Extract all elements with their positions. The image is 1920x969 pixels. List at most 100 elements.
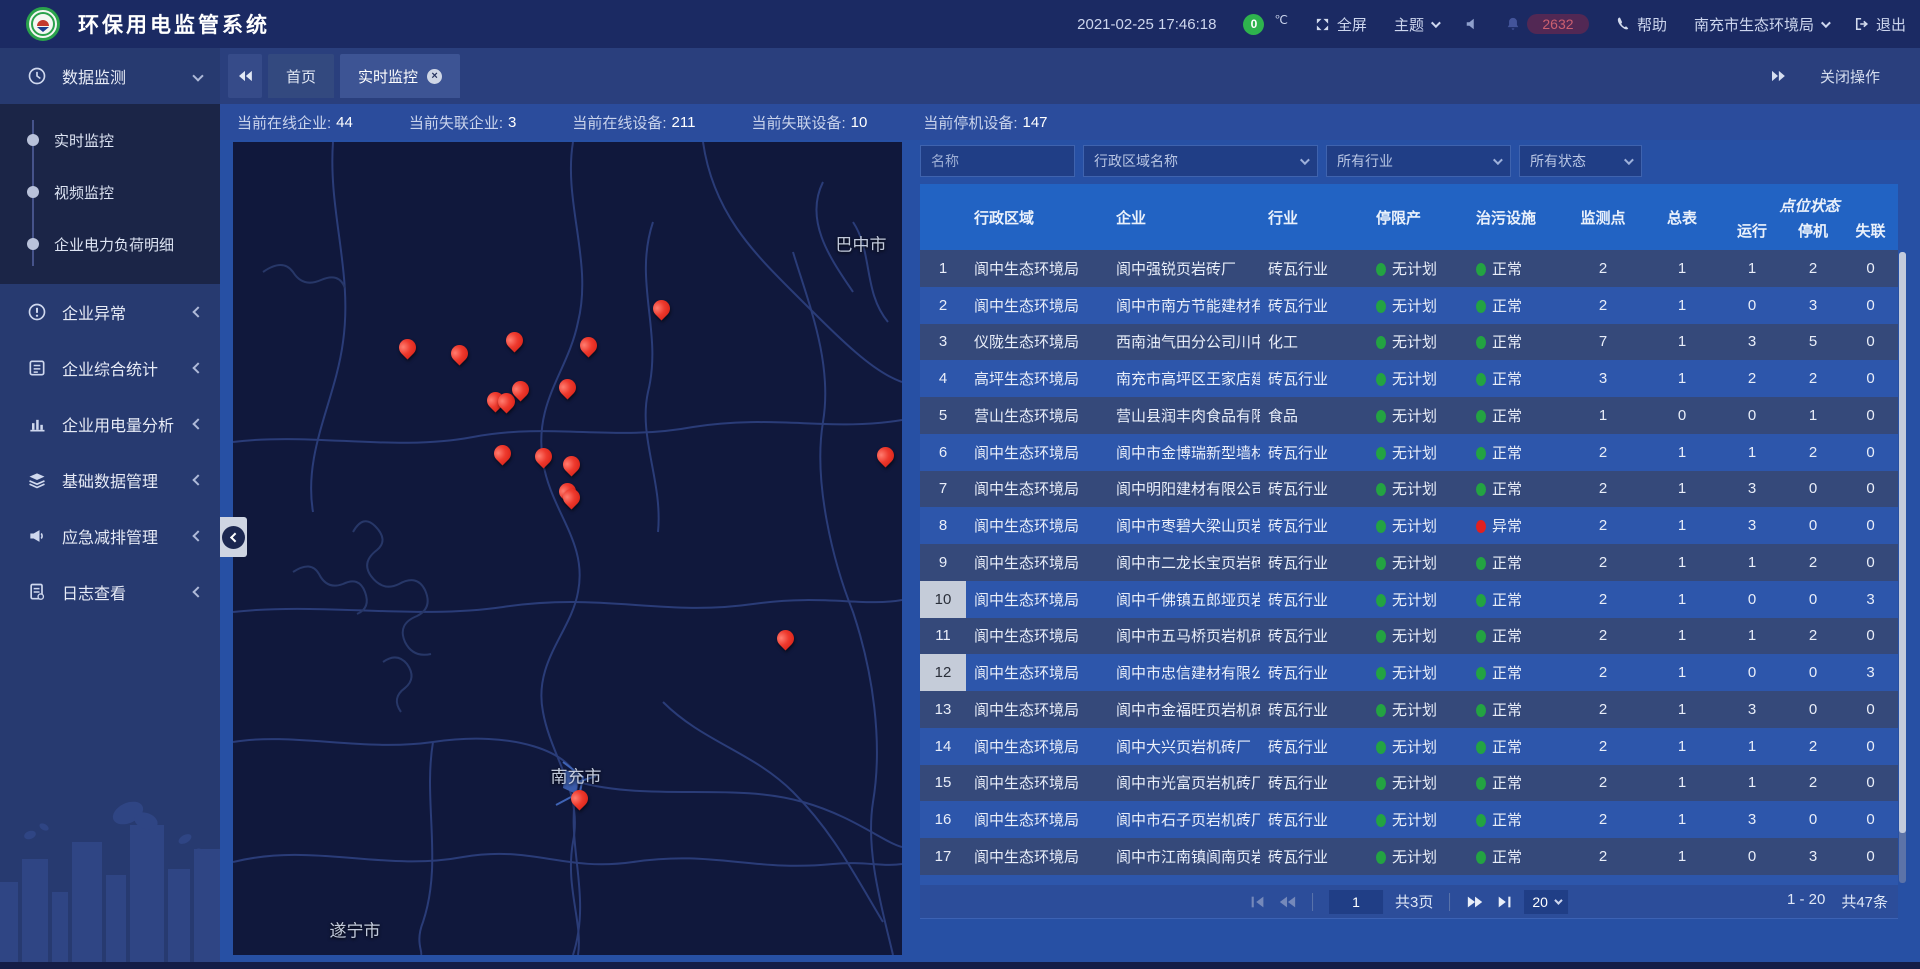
sidebar-subitem[interactable]: 实时监控 (0, 114, 220, 166)
cell-industry: 砖瓦行业 (1260, 846, 1368, 867)
sidebar-subitem[interactable]: 视频监控 (0, 166, 220, 218)
table-row[interactable]: 5营山生态环境局营山县润丰肉食品有限食品无计划正常10010 (920, 397, 1898, 434)
cell-down: 0 (1783, 811, 1843, 828)
table-row[interactable]: 7阆中生态环境局阆中明阳建材有限公司砖瓦行业无计划正常21300 (920, 471, 1898, 508)
table-header: 行政区域企业行业停限产治污设施监测点总表点位状态运行停机失联 (920, 184, 1898, 250)
sidebar-item[interactable]: 企业综合统计 (0, 340, 220, 396)
pagination-bar: 共3页 20 1 - 20 共47条 (920, 885, 1898, 919)
page-number-input[interactable] (1329, 890, 1383, 914)
scrollbar-thumb[interactable] (1899, 252, 1906, 833)
cell-region: 阆中生态环境局 (966, 478, 1108, 499)
close-icon[interactable]: × (427, 69, 442, 84)
sidebar-item[interactable]: 日志查看 (0, 564, 220, 620)
next-page-button[interactable] (1466, 895, 1484, 909)
cell-facility-status: 正常 (1468, 809, 1563, 830)
status-dot-green (1376, 851, 1386, 864)
status-select[interactable]: 所有状态 (1519, 145, 1642, 177)
sidebar-item[interactable]: 企业异常 (0, 284, 220, 340)
bottom-edge (0, 962, 1920, 969)
table-row[interactable]: 6阆中生态环境局阆中市金博瑞新型墙材砖瓦行业无计划正常21120 (920, 434, 1898, 471)
sidebar-item[interactable]: 企业用电量分析 (0, 396, 220, 452)
tabs-scroll-left-button[interactable] (228, 54, 262, 98)
cell-region: 营山生态环境局 (966, 405, 1108, 426)
chevron-left-icon (222, 526, 245, 549)
table-row[interactable]: 2阆中生态环境局阆中市南方节能建材有砖瓦行业无计划正常21030 (920, 287, 1898, 324)
cell-facility-status: 正常 (1468, 442, 1563, 463)
table-row[interactable]: 3仪陇生态环境局西南油气田分公司川中化工无计划正常71350 (920, 324, 1898, 361)
org-dropdown[interactable]: 南充市生态环境局 (1694, 14, 1828, 35)
row-number: 18 (920, 875, 966, 885)
cell-region: 阆中生态环境局 (966, 662, 1108, 683)
table-row[interactable]: 10阆中生态环境局阆中千佛镇五郎垭页岩砖瓦行业无计划正常21003 (920, 581, 1898, 618)
sidebar-item[interactable]: 数据监测 (0, 48, 220, 104)
cell-total: 1 (1643, 701, 1721, 718)
chevron-down-icon (1300, 155, 1310, 165)
table-row[interactable]: 12阆中生态环境局阆中市忠信建材有限公砖瓦行业无计划正常21003 (920, 654, 1898, 691)
table-row[interactable]: 11阆中生态环境局阆中市五马桥页岩机砖砖瓦行业无计划正常21120 (920, 618, 1898, 655)
cell-down: 2 (1783, 738, 1843, 755)
table-row[interactable]: 15阆中生态环境局阆中市光富页岩机砖厂砖瓦行业无计划正常21120 (920, 765, 1898, 802)
status-dot-green (1376, 741, 1386, 754)
cell-down: 2 (1783, 554, 1843, 571)
table-row[interactable]: 16阆中生态环境局阆中市石子页岩机砖厂砖瓦行业无计划正常21300 (920, 801, 1898, 838)
table-row[interactable]: 4高坪生态环境局南充市高坪区王家店建砖瓦行业无计划正常31220 (920, 360, 1898, 397)
page-size-select[interactable]: 20 (1524, 890, 1568, 914)
sidebar-item[interactable]: 基础数据管理 (0, 452, 220, 508)
cell-run: 1 (1721, 554, 1783, 571)
mute-button[interactable] (1465, 17, 1479, 31)
cell-stop-status: 无计划 (1368, 442, 1468, 463)
stat-value: 211 (672, 114, 696, 131)
log-icon (26, 581, 48, 603)
double-right-arrow-icon[interactable] (1770, 70, 1786, 82)
help-button[interactable]: 帮助 (1616, 14, 1667, 35)
table-row[interactable]: 14阆中生态环境局阆中大兴页岩机砖厂砖瓦行业无计划正常21120 (920, 728, 1898, 765)
close-operations-button[interactable]: 关闭操作 (1820, 66, 1880, 87)
notifications[interactable]: 2632 (1506, 14, 1589, 34)
chevron-left-icon (192, 474, 203, 485)
region-select[interactable]: 行政区域名称 (1083, 145, 1318, 177)
map-collapse-button[interactable] (220, 517, 247, 557)
column-header: 治污设施 (1468, 184, 1563, 250)
pager-controls: 共3页 20 (1250, 890, 1568, 914)
name-filter[interactable] (920, 145, 1075, 177)
name-input[interactable] (931, 153, 1064, 169)
table-row[interactable]: 8阆中生态环境局阆中市枣碧大梁山页岩砖瓦行业无计划异常21300 (920, 507, 1898, 544)
cell-industry: 砖瓦行业 (1260, 589, 1368, 610)
cell-company: 阆中市江南镇阆南页岩 (1108, 846, 1260, 867)
cell-stop-status: 无计划 (1368, 846, 1468, 867)
sidebar-item-label: 应急减排管理 (62, 524, 158, 548)
tab-realtime-monitor[interactable]: 实时监控 × (340, 54, 460, 98)
tab-home[interactable]: 首页 (268, 54, 334, 98)
prev-page-button[interactable] (1278, 895, 1296, 909)
cell-stop-status: 无计划 (1368, 662, 1468, 683)
theme-dropdown[interactable]: 主题 (1394, 14, 1438, 35)
fullscreen-button[interactable]: 全屏 (1315, 14, 1367, 35)
industry-select[interactable]: 所有行业 (1326, 145, 1511, 177)
cell-points: 2 (1563, 260, 1643, 277)
row-number: 1 (920, 250, 966, 287)
logout-button[interactable]: 退出 (1855, 14, 1906, 35)
cell-region: 阆中生态环境局 (966, 625, 1108, 646)
cell-lost: 0 (1843, 370, 1898, 387)
table-row[interactable]: 18南部生态环境局南部县砚华水泥有限公建材化工无计划正常60060 (920, 875, 1898, 885)
status-dot-green (1476, 263, 1486, 276)
sidebar-subitem[interactable]: 企业电力负荷明细 (0, 218, 220, 270)
sidebar-item[interactable]: 应急减排管理 (0, 508, 220, 564)
chevron-down-icon (1493, 155, 1503, 165)
cell-lost: 0 (1843, 774, 1898, 791)
last-page-button[interactable] (1496, 895, 1512, 909)
table-row[interactable]: 1阆中生态环境局阆中强锐页岩砖厂砖瓦行业无计划正常21120 (920, 250, 1898, 287)
cell-down: 1 (1783, 407, 1843, 424)
first-page-button[interactable] (1250, 895, 1266, 909)
table-scrollbar[interactable] (1899, 252, 1906, 883)
table-row[interactable]: 17阆中生态环境局阆中市江南镇阆南页岩砖瓦行业无计划正常21030 (920, 838, 1898, 875)
cell-run: 0 (1721, 591, 1783, 608)
map-panel[interactable]: 巴中市南充市遂宁市 (233, 142, 902, 955)
double-left-arrow-icon (237, 70, 253, 82)
status-dot-green (1476, 594, 1486, 607)
city-label: 巴中市 (836, 231, 887, 256)
table-row[interactable]: 13阆中生态环境局阆中市金福旺页岩机砖砖瓦行业无计划正常21300 (920, 691, 1898, 728)
table-row[interactable]: 9阆中生态环境局阆中市二龙长宝页岩砖砖瓦行业无计划正常21120 (920, 544, 1898, 581)
chevron-left-icon (192, 586, 203, 597)
cell-stop-status: 无计划 (1368, 589, 1468, 610)
